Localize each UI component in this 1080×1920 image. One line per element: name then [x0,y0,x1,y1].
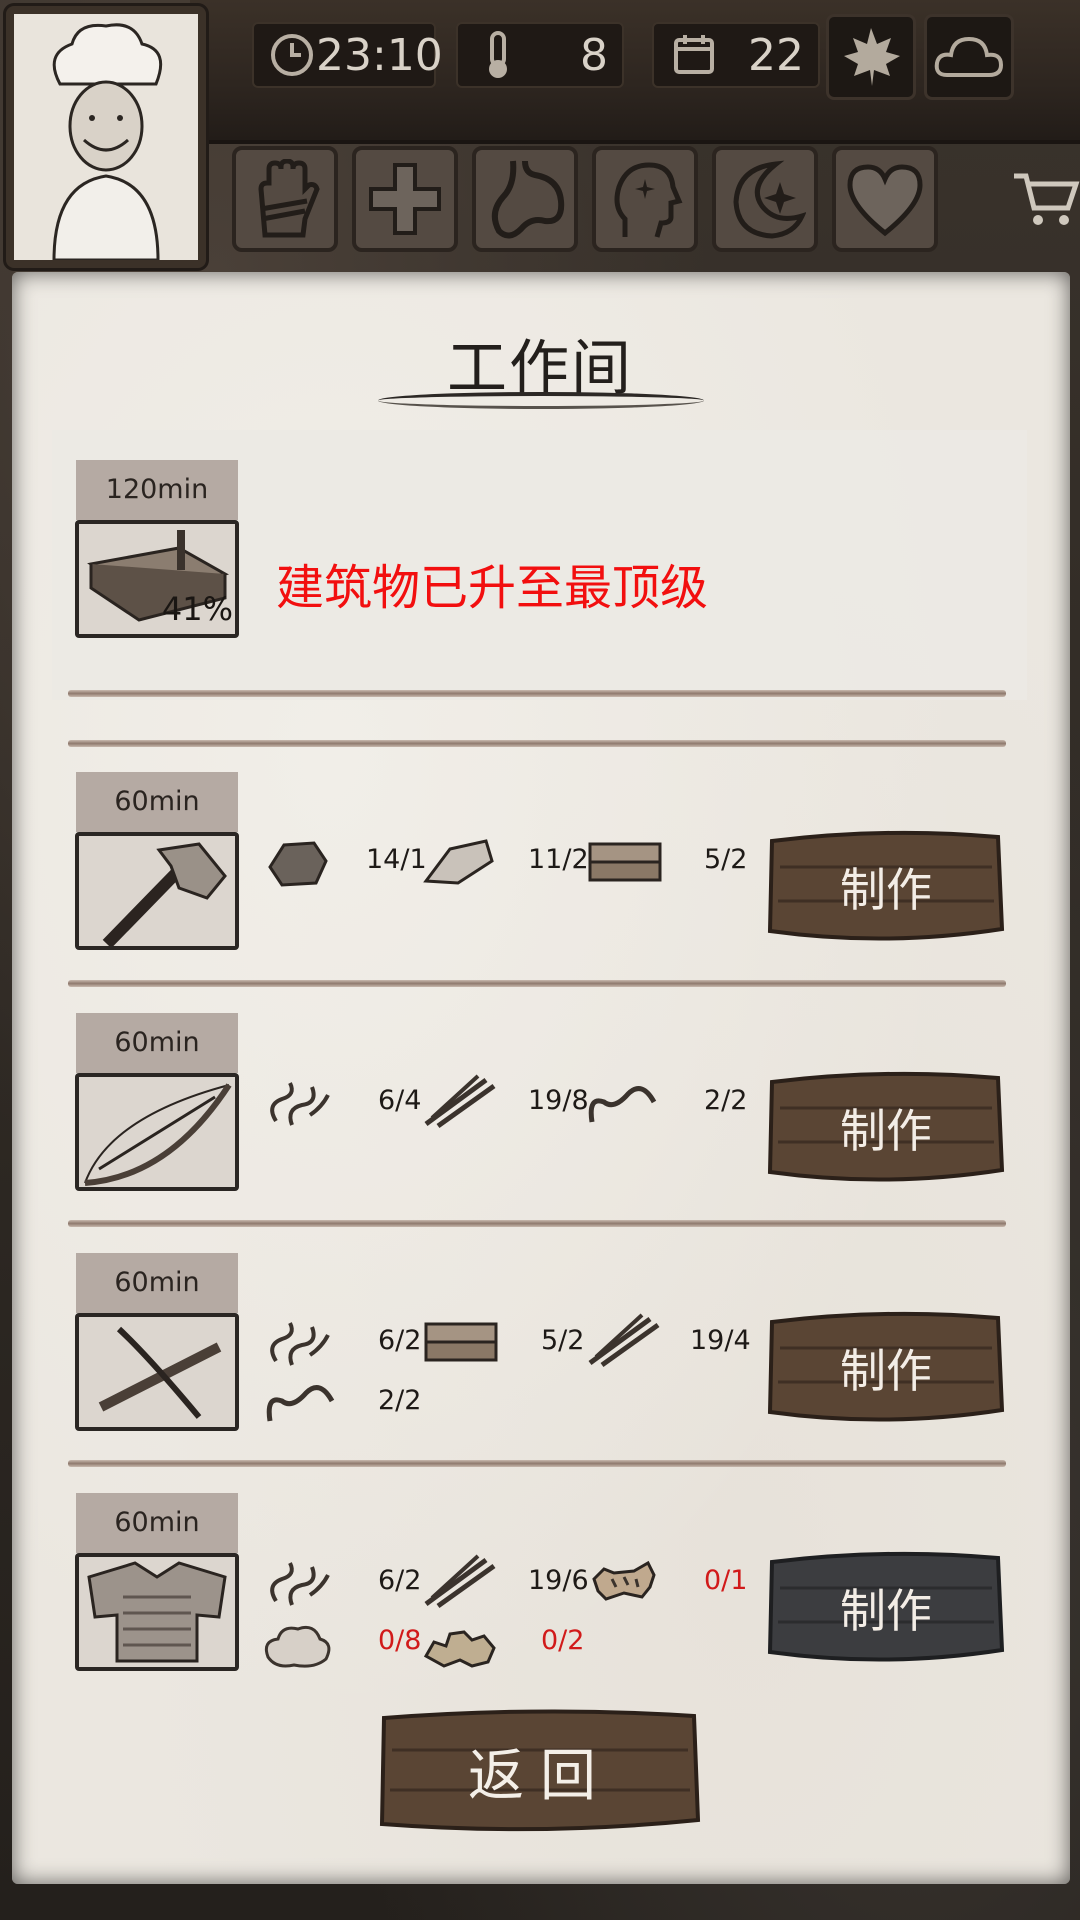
sinew-icon [266,1385,335,1422]
time-display: 23:10 [252,22,443,88]
stat-sleep[interactable] [712,146,818,252]
day-display: 22 [652,22,820,88]
rope-icon [270,1562,330,1606]
req-count: 6/2 [378,1325,422,1356]
req-count-missing: 0/8 [378,1625,422,1656]
temperature-value: 8 [580,29,608,81]
row-divider [68,1220,1006,1227]
animal-hide-icon [592,1560,656,1601]
craft-button-label: 制作 [840,1344,932,1398]
mind-icon [614,162,683,238]
upgrade-progress: 41% [161,590,233,628]
day-value: 22 [748,29,804,81]
req-count: 14/1 [366,844,427,875]
row-divider [68,980,1006,987]
req-count: 5/2 [704,844,748,875]
craft-button-label: 制作 [840,863,932,917]
sticks-icon [424,1074,496,1129]
req-count-missing: 0/1 [704,1565,748,1596]
hand-bandage-icon [258,159,320,238]
req-count: 6/4 [378,1085,422,1116]
title-underline [378,392,704,409]
cotton-icon [264,1625,331,1668]
stat-health[interactable] [352,146,458,252]
req-count: 5/2 [541,1325,585,1356]
heart-icon [847,164,923,237]
upgrade-time-tag: 120min [76,460,238,520]
req-count: 6/2 [378,1565,422,1596]
thermometer-icon [472,29,524,81]
calendar-icon [668,29,720,81]
craft-button-label: 制作 [840,1104,932,1158]
back-button[interactable]: 返回 [376,1706,704,1836]
cloud-icon [934,36,1004,77]
craft-button-disabled[interactable]: 制作 [766,1548,1006,1668]
stat-mind[interactable] [592,146,698,252]
req-count: 19/8 [528,1085,589,1116]
armor-vest-icon [87,1561,227,1663]
recipe-time-tag: 60min [76,1253,238,1313]
craft-button[interactable]: 制作 [766,827,1006,947]
stomach-icon [491,160,565,239]
req-count: 2/2 [378,1385,422,1416]
maple-leaf-icon [844,28,900,86]
cart-icon [1014,173,1080,225]
craft-button[interactable]: 制作 [766,1068,1006,1188]
stat-hunger[interactable] [472,146,578,252]
recipe-item-box[interactable] [75,832,239,950]
wood-plank-icon [588,842,662,882]
req-count: 11/2 [528,844,589,875]
wood-plank-icon [424,1322,498,1362]
character-portrait[interactable] [6,6,206,268]
chef-avatar-icon [14,14,198,260]
recipe-time-tag: 60min [76,1493,238,1553]
sticks-icon [424,1554,496,1609]
rope-icon [270,1322,330,1366]
stone-icon [268,841,328,887]
clock-icon [268,29,316,81]
recipe-item-box[interactable] [75,1553,239,1671]
max-level-notice: 建筑物已升至最顶级 [276,560,709,616]
sticks-icon [588,1313,660,1368]
recipe-item-box[interactable] [75,1073,239,1191]
req-count-missing: 0/2 [541,1625,585,1656]
crossbow-icon [98,1326,222,1419]
stone-axe-icon [102,842,227,946]
weather-button[interactable] [924,14,1014,100]
shop-cart-button[interactable] [1010,168,1080,228]
recipe-item-box[interactable] [75,1313,239,1431]
req-count: 19/4 [690,1325,751,1356]
time-value: 23:10 [316,29,443,81]
sinew-icon [588,1086,657,1123]
sleep-moon-icon [733,160,806,239]
req-count: 2/2 [704,1085,748,1116]
craft-button-label: 制作 [840,1584,932,1638]
health-cross-icon [369,163,441,235]
temperature-display: 8 [456,22,624,88]
stat-mood[interactable] [832,146,938,252]
row-divider [68,1460,1006,1467]
recipe-time-tag: 60min [76,772,238,832]
craft-button[interactable]: 制作 [766,1308,1006,1428]
back-button-label: 返回 [468,1743,612,1809]
workbench-item-box: 41% [75,520,239,638]
bow-icon [84,1083,232,1186]
row-divider [68,690,1006,697]
row-divider [68,740,1006,747]
stat-hand-bandage[interactable] [232,146,338,252]
rope-icon [270,1082,330,1126]
ore-icon [423,1630,496,1668]
flint-icon [423,839,494,885]
season-button[interactable] [826,14,916,100]
req-count: 19/6 [528,1565,589,1596]
recipe-time-tag: 60min [76,1013,238,1073]
